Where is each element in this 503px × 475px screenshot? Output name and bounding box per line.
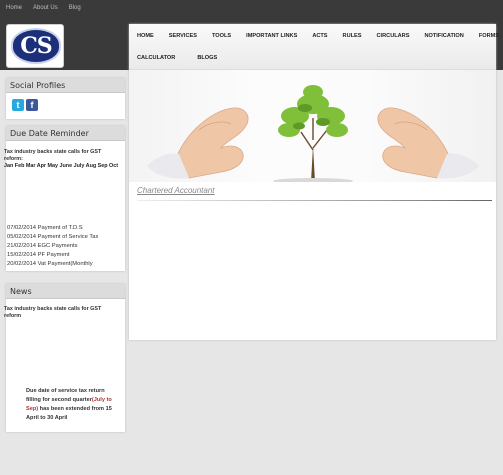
panel-title: Due Date Reminder (10, 129, 89, 138)
main-nav: HOME SERVICES TOOLS IMPORTANT LINKS ACTS… (129, 24, 499, 70)
hero-banner (129, 70, 496, 182)
nav-important-links[interactable]: IMPORTANT LINKS (246, 33, 297, 39)
nav-circulars[interactable]: CIRCULARS (377, 33, 410, 39)
social-icons: t f (12, 99, 38, 111)
nav-blogs[interactable]: BLOGS (197, 55, 217, 61)
top-link-about-us[interactable]: About Us (33, 5, 58, 11)
nav-rules[interactable]: RULES (343, 33, 362, 39)
top-link-home[interactable]: Home (6, 5, 22, 11)
top-link-blog[interactable]: Blog (69, 5, 81, 11)
list-item: 07/02/2014 Payment of T.D.S (7, 225, 83, 231)
facebook-icon[interactable]: f (26, 99, 38, 111)
nav-services[interactable]: SERVICES (169, 33, 197, 39)
list-item: 05/02/2014 Payment of Service Tax (7, 234, 99, 240)
social-profiles-panel: Social Profiles t f (6, 78, 125, 119)
panel-title: News (10, 287, 32, 296)
content-divider (137, 200, 492, 201)
nav-acts[interactable]: ACTS (312, 33, 327, 39)
list-item: 20/02/2014 Vat Payment(Monthly (7, 261, 93, 267)
hands-tree-illustration (147, 85, 479, 182)
nav-home[interactable]: HOME (137, 33, 154, 39)
nav-calculator[interactable]: CALCULATOR (137, 55, 175, 61)
news-note-text-end: has been extended from 15 April to 30 Ap… (26, 406, 112, 421)
site-logo[interactable]: CS (6, 24, 64, 68)
panel-title: Social Profiles (10, 81, 66, 90)
payment-list: 07/02/2014 Payment of T.D.S 05/02/2014 P… (7, 224, 98, 269)
twitter-icon[interactable]: t (12, 99, 24, 111)
nav-row-primary: HOME SERVICES TOOLS IMPORTANT LINKS ACTS… (137, 33, 503, 39)
nav-row-secondary: CALCULATOR BLOGS (137, 55, 239, 61)
top-links: Home About Us Blog (6, 5, 81, 11)
nav-notification[interactable]: NOTIFICATION (424, 33, 463, 39)
news-note: Due date of service tax return filling f… (26, 387, 118, 423)
panel-header: Social Profiles (6, 78, 125, 93)
logo-badge: CS (11, 28, 61, 64)
panel-header: Due Date Reminder (6, 126, 125, 141)
list-item: 15/02/2014 PF Payment (7, 252, 70, 258)
panel-header: News (6, 284, 125, 299)
main-content: HOME SERVICES TOOLS IMPORTANT LINKS ACTS… (129, 24, 499, 340)
logo-text: CS (20, 33, 52, 59)
news-headline[interactable]: Tax industry backs state calls for GST r… (4, 306, 116, 320)
news-ticker[interactable]: Chartered Accountant (137, 186, 215, 195)
due-headline[interactable]: Tax industry backs state calls for GST r… (4, 149, 116, 163)
month-selector[interactable]: Jan Feb Mar Apr May June July Aug Sep Oc… (4, 163, 118, 169)
nav-forms[interactable]: FORMS (479, 33, 499, 39)
nav-tools[interactable]: TOOLS (212, 33, 231, 39)
list-item: 21/02/2014 EGC Payments (7, 243, 78, 249)
